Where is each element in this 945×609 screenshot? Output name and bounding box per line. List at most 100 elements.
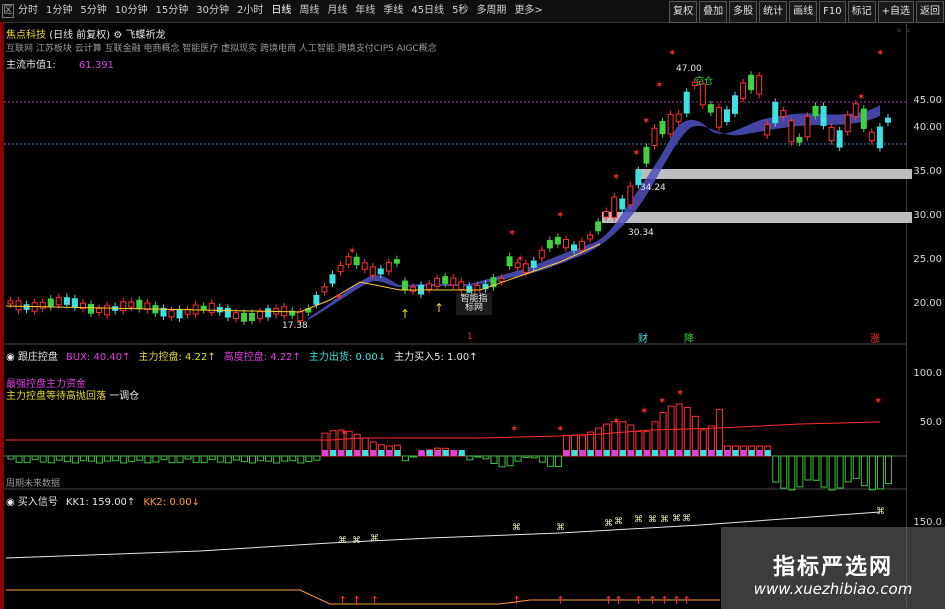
- histogram-bar: [852, 455, 860, 479]
- candle-body: [345, 256, 352, 265]
- candle-body: [764, 124, 771, 136]
- candle-body: [23, 304, 30, 310]
- histogram-bar: [884, 455, 892, 485]
- control-fill: [563, 450, 570, 456]
- histogram-bar: [498, 455, 506, 468]
- candle-body: [554, 236, 561, 245]
- candle-body: [627, 185, 634, 206]
- control-fill: [684, 450, 691, 456]
- signal-marks: ✶ ✶ ✶ ✶ ✶ ✶ ✶ ✶ ✶ ✶ ✶ ✶ ↑ ↑: [335, 48, 884, 321]
- candle-body: [200, 305, 207, 310]
- histogram-bar: [796, 455, 804, 488]
- candle-body: [15, 300, 22, 311]
- watermark-title: 指标严选网: [772, 555, 893, 580]
- candle-body: [297, 311, 304, 322]
- candle-body: [249, 312, 255, 322]
- candle-body: [611, 196, 618, 219]
- arrow-up-icon: ↑: [660, 594, 669, 607]
- histogram-bar: [39, 455, 47, 463]
- arrow-up-icon: ↑: [512, 594, 521, 607]
- level-label: 34.24: [640, 183, 666, 193]
- butterfly-icon: ✶: [340, 428, 348, 439]
- histogram-bar: [820, 455, 828, 488]
- candle-body: [321, 286, 328, 293]
- candle-body: [530, 260, 537, 268]
- histogram-bar: [120, 455, 128, 464]
- histogram-bar: [546, 455, 554, 467]
- histogram-bar: [506, 455, 514, 467]
- buy-signal-icon: ⌘: [556, 523, 565, 533]
- histogram-bar: [71, 455, 79, 464]
- candle-body: [257, 311, 264, 320]
- butterfly-icon: ✶: [556, 424, 564, 435]
- histogram-bar: [474, 455, 482, 458]
- histogram-bar: [192, 455, 200, 463]
- indicator-histogram: ✶ ✶ ✶ ✶ ✶ ✶ ✶ ✶: [7, 388, 892, 491]
- buy-signal-icon: ⌘: [672, 514, 681, 524]
- control-fill: [386, 450, 393, 456]
- candle-body: [579, 240, 586, 251]
- candle-body: [313, 294, 320, 305]
- candle-body: [804, 115, 811, 138]
- histogram-bar: [152, 455, 160, 463]
- histogram-bar: [63, 455, 71, 463]
- histogram-bar: [144, 455, 152, 464]
- histogram-bar: [88, 455, 95, 462]
- histogram-bar: [128, 455, 136, 463]
- low-price-label: 17.38: [282, 321, 308, 331]
- candle-body: [168, 310, 175, 318]
- butterfly-icon: ✶: [632, 148, 640, 159]
- candle-body: [796, 136, 803, 143]
- histogram-bar: [240, 455, 248, 463]
- butterfly-icon: ✶: [508, 228, 516, 239]
- histogram-bar: [780, 455, 788, 489]
- candle-body: [71, 298, 78, 308]
- candle-body: [176, 308, 183, 319]
- histogram-bar: [297, 455, 305, 464]
- control-fill: [660, 450, 667, 456]
- buy-signal-icon: ⌘: [338, 536, 347, 546]
- arrow-up-icon: ↑: [434, 301, 444, 315]
- candle-body: [562, 239, 569, 249]
- control-fill: [418, 450, 425, 456]
- control-fill: [426, 450, 433, 456]
- histogram-bar: [232, 455, 240, 461]
- candle-body: [369, 266, 376, 276]
- control-fill: [732, 450, 739, 456]
- histogram-bar: [860, 455, 868, 487]
- candle-body: [442, 276, 449, 284]
- histogram-bar: [265, 455, 273, 462]
- control-fill: [346, 450, 353, 456]
- histogram-bar: [659, 412, 667, 457]
- butterfly-icon: ✶: [642, 116, 650, 127]
- arrow-up-icon: ↑: [672, 594, 681, 607]
- signal-mark: 1: [467, 332, 473, 342]
- indicator-value: 主力控盘: 4.22↑: [138, 352, 216, 363]
- butterfly-icon: ✶: [510, 424, 518, 435]
- control-fill: [756, 450, 763, 456]
- signal-mark: 财: [638, 334, 648, 345]
- butterfly-icon: ✶: [612, 172, 620, 183]
- candle-body: [699, 83, 706, 106]
- arrow-up-icon: ↑: [400, 307, 410, 321]
- butterfly-icon: ✶: [668, 48, 676, 59]
- candle-body: [707, 104, 714, 113]
- control-fill: [434, 450, 441, 456]
- candlesticks: [5, 71, 891, 326]
- histogram-bar: [160, 455, 168, 461]
- indicator-bottom-note: 周期未来数据: [6, 479, 61, 489]
- buy-signal-icon: ⌘: [352, 536, 361, 546]
- arrow-up-icon: ↑: [352, 594, 361, 607]
- butterfly-icon: ✶: [658, 396, 666, 407]
- histogram-bar: [305, 455, 313, 463]
- ma-line: [5, 243, 601, 313]
- histogram-bar: [836, 455, 844, 489]
- watermark-url: www.xuezhibiao.com: [753, 580, 913, 598]
- candle-body: [546, 240, 553, 249]
- candle-body: [136, 299, 143, 310]
- buy-signal-icon: ⌘: [876, 507, 885, 517]
- histogram-bar: [313, 455, 321, 461]
- histogram-bar: [184, 455, 192, 460]
- candle-body: [506, 256, 513, 267]
- candle-body: [836, 130, 843, 148]
